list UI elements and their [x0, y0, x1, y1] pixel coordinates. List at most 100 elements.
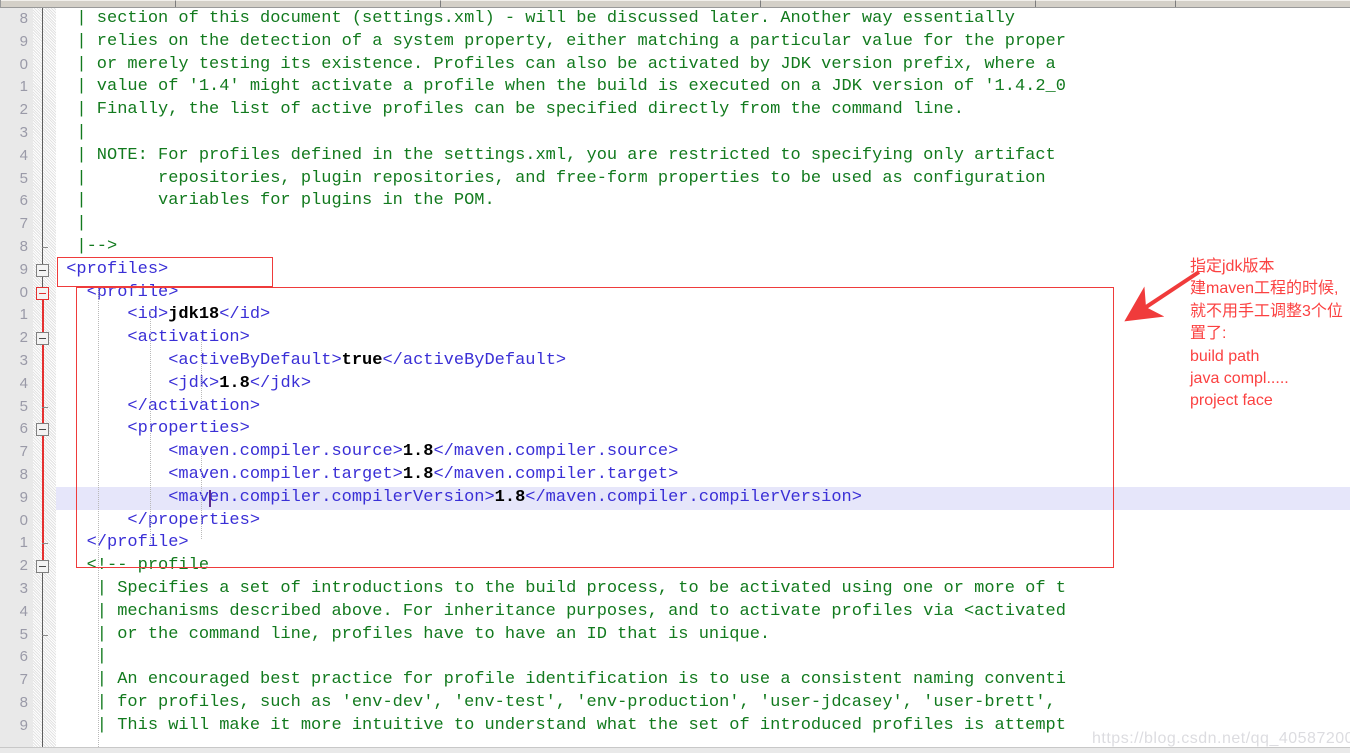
code-line[interactable]: | value of '1.4' might activate a profil…: [56, 76, 1350, 99]
line-number: 1: [19, 306, 28, 324]
toolbar-strip[interactable]: [0, 0, 1350, 8]
code-line[interactable]: | or merely testing its existence. Profi…: [56, 54, 1350, 77]
line-number: 4: [19, 146, 28, 164]
comment-token: | or the command line, profiles have to …: [56, 624, 771, 644]
toolbar-group-4[interactable]: [761, 0, 1036, 7]
code-line[interactable]: | section of this document (settings.xml…: [56, 8, 1350, 31]
code-line[interactable]: | variables for plugins in the POM.: [56, 190, 1350, 213]
code-line[interactable]: | An encouraged best practice for profil…: [56, 669, 1350, 692]
code-line[interactable]: <properties>: [56, 418, 1350, 441]
code-line[interactable]: |: [56, 122, 1350, 145]
line-number: 5: [19, 625, 28, 643]
code-line[interactable]: | for profiles, such as 'env-dev', 'env-…: [56, 692, 1350, 715]
fold-collapse-icon[interactable]: [36, 286, 49, 300]
xml-tag-token: </maven.compiler.target>: [433, 464, 679, 484]
indent-guide-2: [150, 310, 151, 544]
code-line[interactable]: <maven.compiler.target>1.8</maven.compil…: [56, 464, 1350, 487]
line-number: 3: [19, 579, 28, 597]
line-number: 9: [19, 488, 28, 506]
comment-token: | Specifies a set of introductions to th…: [56, 578, 1066, 598]
toolbar-group-1[interactable]: [1, 0, 176, 7]
code-line[interactable]: |-->: [56, 236, 1350, 259]
comment-token: | An encouraged best practice for profil…: [56, 670, 1066, 690]
code-line[interactable]: |: [56, 646, 1350, 669]
xml-tag-token: </activation>: [56, 396, 261, 416]
code-line[interactable]: <profile>: [56, 282, 1350, 305]
code-line[interactable]: <maven.compiler.compilerVersion>1.8</mav…: [56, 486, 1350, 510]
xml-text-token: 1.8: [402, 442, 434, 462]
code-line[interactable]: <maven.compiler.source>1.8</maven.compil…: [56, 441, 1350, 464]
code-line[interactable]: <jdk>1.8</jdk>: [56, 373, 1350, 396]
code-line[interactable]: <activeByDefault>true</activeByDefault>: [56, 350, 1350, 373]
xml-text-token: true: [341, 350, 383, 370]
code-line[interactable]: <id>jdk18</id>: [56, 304, 1350, 327]
fold-range-tick: [42, 543, 48, 545]
line-number: 2: [19, 329, 28, 347]
line-number: 1: [19, 534, 28, 552]
code-line[interactable]: | repositories, plugin repositories, and…: [56, 168, 1350, 191]
indent-guide-1: [98, 287, 99, 568]
comment-token: |: [56, 214, 87, 234]
code-line[interactable]: </properties>: [56, 510, 1350, 533]
editor-area[interactable]: 8 9 0 1 2 3 4 5 6 7 8 9 0 1 2 3 4 5 6 7 8 9 0 1 2 3 4 5 6 7 8 9 | secti…: [0, 8, 1350, 753]
line-number-gutter: 8 9 0 1 2 3 4 5 6 7 8 9 0 1 2 3 4 5 6 7 8 9 0 1 2 3 4 5 6 7 8 9: [0, 8, 33, 753]
comment-token: | relies on the detection of a system pr…: [56, 31, 1066, 51]
line-number: 2: [19, 101, 28, 119]
line-number: 9: [19, 260, 28, 278]
code-line[interactable]: <!-- profile: [56, 555, 1350, 578]
xml-tag-token: <activation>: [56, 328, 250, 348]
fold-collapse-icon[interactable]: [36, 560, 49, 574]
line-number: 6: [19, 192, 28, 210]
xml-tag-token: <maven.compiler.target>: [56, 464, 403, 484]
annotation-line: build path: [1190, 347, 1260, 365]
xml-tag-token: <maven.compiler.source>: [56, 442, 403, 462]
code-line[interactable]: | This will make it more intuitive to un…: [56, 715, 1350, 738]
comment-token: | section of this document (settings.xml…: [56, 9, 1015, 28]
line-number: 8: [19, 465, 28, 483]
comment-token: | mechanisms described above. For inheri…: [56, 601, 1066, 621]
code-line[interactable]: | NOTE: For profiles defined in the sett…: [56, 145, 1350, 168]
toolbar-group-5[interactable]: [1036, 0, 1176, 7]
toolbar-group-6[interactable]: [1176, 0, 1350, 7]
xml-tag-token: <properties>: [56, 419, 250, 439]
code-folding-strip[interactable]: [33, 8, 56, 753]
comment-token: <!-- profile: [56, 556, 210, 576]
code-line[interactable]: | Finally, the list of active profiles c…: [56, 99, 1350, 122]
toolbar-group-2[interactable]: [176, 0, 441, 7]
line-number: 9: [19, 716, 28, 734]
fold-collapse-icon[interactable]: [36, 423, 49, 437]
line-number: 8: [19, 10, 28, 27]
fold-collapse-icon[interactable]: [36, 263, 49, 277]
xml-tag-token: </activeByDefault>: [382, 350, 567, 370]
annotation-line: java compl.....: [1190, 370, 1289, 388]
indent-guide-3: [201, 333, 202, 401]
line-number: 0: [19, 283, 28, 301]
bottom-edge-strip: [0, 747, 1350, 753]
comment-token: | NOTE: For profiles defined in the sett…: [56, 145, 1056, 165]
toolbar-segments[interactable]: [1, 0, 1350, 7]
text-caret: [209, 489, 211, 507]
fold-collapse-icon[interactable]: [36, 332, 49, 346]
code-line[interactable]: | mechanisms described above. For inheri…: [56, 601, 1350, 624]
comment-token: | or merely testing its existence. Profi…: [56, 54, 1056, 74]
comment-token: | value of '1.4' might activate a profil…: [56, 77, 1066, 97]
code-line[interactable]: <activation>: [56, 327, 1350, 350]
code-line[interactable]: | relies on the detection of a system pr…: [56, 31, 1350, 54]
code-line[interactable]: | or the command line, profiles have to …: [56, 624, 1350, 647]
toolbar-group-3[interactable]: [441, 0, 761, 7]
comment-token: |: [56, 122, 87, 142]
code-line[interactable]: </activation>: [56, 396, 1350, 419]
xml-tag-token: </jdk>: [249, 373, 312, 393]
code-line[interactable]: | Specifies a set of introductions to th…: [56, 578, 1350, 601]
fold-range-tick: [42, 406, 48, 408]
xml-tag-token: <jdk>: [56, 373, 220, 393]
line-number: 5: [19, 169, 28, 187]
line-number: 4: [19, 602, 28, 620]
xml-tag-token: </maven.compiler.compilerVersion>: [525, 487, 862, 507]
line-number: 0: [19, 55, 28, 73]
code-line[interactable]: </profile>: [56, 532, 1350, 555]
code-line[interactable]: |: [56, 213, 1350, 236]
line-number: 2: [19, 557, 28, 575]
code-line[interactable]: <profiles>: [56, 259, 1350, 282]
code-text-surface[interactable]: | section of this document (settings.xml…: [56, 8, 1350, 753]
